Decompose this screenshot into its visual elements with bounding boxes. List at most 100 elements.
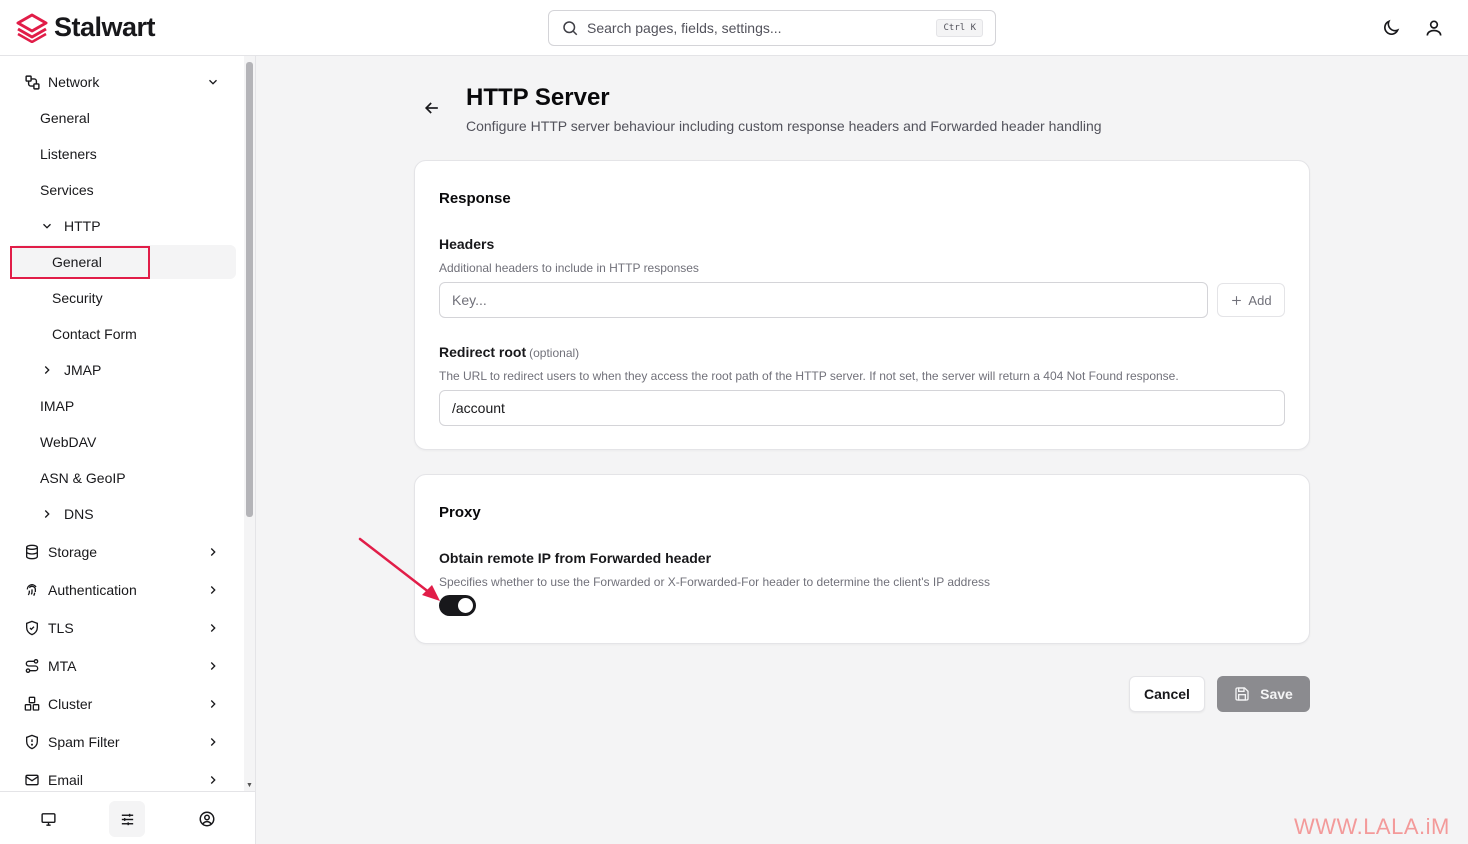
logo[interactable]: Stalwart — [16, 12, 156, 43]
sidebar-item-jmap[interactable]: JMAP — [12, 353, 236, 387]
cancel-button[interactable]: Cancel — [1129, 676, 1205, 712]
sidebar-item-asn-geoip[interactable]: ASN & GeoIP — [12, 461, 236, 495]
moon-icon[interactable] — [1381, 18, 1401, 38]
sidebar-scrollbar[interactable]: ▼ — [244, 56, 255, 791]
forwarded-help: Specifies whether to use the Forwarded o… — [439, 575, 991, 589]
sidebar-item-authentication[interactable]: Authentication — [12, 573, 236, 607]
sidebar-item-general[interactable]: General — [12, 101, 236, 135]
monitor-button[interactable] — [30, 801, 66, 837]
fingerprint-icon — [23, 581, 41, 599]
search-input[interactable]: Search pages, fields, settings... — [587, 20, 936, 36]
chevron-right-icon — [44, 510, 50, 518]
user-icon[interactable] — [1424, 18, 1444, 38]
optional-tag: (optional) — [529, 346, 580, 360]
database-icon — [23, 543, 41, 561]
sidebar-item-label: Spam Filter — [48, 734, 120, 750]
card-title: Response — [439, 190, 511, 207]
headers-help: Additional headers to include in HTTP re… — [439, 261, 699, 275]
add-header-button[interactable]: Add — [1217, 283, 1285, 317]
card-title: Proxy — [439, 504, 481, 521]
sidebar-item-label: Services — [40, 182, 94, 198]
redirect-root-input[interactable] — [439, 390, 1285, 426]
search-box[interactable]: Search pages, fields, settings... Ctrl K — [548, 10, 996, 46]
sidebar-item-label: Storage — [48, 544, 98, 560]
sidebar-item-storage[interactable]: Storage — [12, 535, 236, 569]
sidebar-item-label: ASN & GeoIP — [40, 470, 126, 486]
scroll-down-arrow-icon[interactable]: ▼ — [246, 782, 253, 789]
app-name: Stalwart — [54, 12, 156, 42]
save-button[interactable]: Save — [1217, 676, 1310, 712]
annotation-arrow-icon — [358, 537, 440, 601]
sidebar-nav: Network General Listeners Services HTTP … — [0, 56, 244, 791]
sliders-icon — [121, 813, 133, 825]
chevron-right-icon — [210, 586, 216, 594]
sidebar-item-label: DNS — [64, 506, 94, 522]
add-label: Add — [1248, 292, 1272, 308]
sidebar-item-listeners[interactable]: Listeners — [12, 137, 236, 171]
sidebar-item-label: MTA — [48, 658, 77, 674]
sidebar-item-http-contact-form[interactable]: Contact Form — [12, 317, 236, 351]
sidebar-item-tls[interactable]: TLS — [12, 611, 236, 645]
redirect-root-label: Redirect root (optional) — [439, 344, 579, 360]
scrollbar-thumb[interactable] — [246, 62, 253, 517]
network-icon — [23, 73, 41, 91]
sidebar-item-label: JMAP — [64, 362, 102, 378]
chevron-right-icon — [210, 548, 216, 556]
chevron-right-icon — [210, 776, 216, 784]
sidebar-item-label: Contact Form — [52, 326, 137, 342]
stalwart-logo-icon — [16, 13, 48, 43]
chevron-right-icon — [210, 700, 216, 708]
sidebar-item-email[interactable]: Email — [12, 763, 236, 791]
chevron-down-icon — [209, 79, 217, 85]
sidebar-item-http[interactable]: HTTP — [12, 209, 236, 243]
sidebar: Network General Listeners Services HTTP … — [0, 56, 256, 844]
shield-alert-icon — [23, 733, 41, 751]
top-bar: Stalwart Search pages, fields, settings.… — [0, 0, 1468, 56]
proxy-card: Proxy Obtain remote IP from Forwarded he… — [414, 474, 1310, 644]
sidebar-item-cluster[interactable]: Cluster — [12, 687, 236, 721]
boxes-icon — [23, 695, 41, 713]
sidebar-item-webdav[interactable]: WebDAV — [12, 425, 236, 459]
shortcut-badge: Ctrl K — [936, 19, 983, 37]
sidebar-item-label: Security — [52, 290, 103, 306]
sidebar-item-spam-filter[interactable]: Spam Filter — [12, 725, 236, 759]
mail-icon — [23, 771, 41, 789]
sidebar-item-label: HTTP — [64, 218, 101, 234]
sidebar-item-services[interactable]: Services — [12, 173, 236, 207]
forwarded-label: Obtain remote IP from Forwarded header — [439, 550, 712, 566]
response-card: Response Headers Additional headers to i… — [414, 160, 1310, 450]
settings-button[interactable] — [109, 801, 145, 837]
save-label: Save — [1260, 686, 1293, 702]
sidebar-item-label: Network — [48, 74, 100, 90]
sidebar-item-mta[interactable]: MTA — [12, 649, 236, 683]
sidebar-footer — [0, 791, 255, 844]
annotation-highlight-box — [10, 246, 150, 279]
sidebar-item-label: Listeners — [40, 146, 97, 162]
account-circle-icon — [199, 811, 215, 827]
back-arrow-icon[interactable] — [422, 98, 442, 118]
sidebar-item-label: Email — [48, 772, 84, 788]
redirect-help: The URL to redirect users to when they a… — [439, 369, 1179, 383]
sidebar-item-imap[interactable]: IMAP — [12, 389, 236, 423]
account-button[interactable] — [189, 801, 225, 837]
plus-icon — [1232, 295, 1242, 305]
redirect-label-text: Redirect root — [439, 344, 527, 360]
monitor-icon — [40, 812, 56, 826]
chevron-right-icon — [44, 366, 50, 374]
sidebar-item-label: Authentication — [48, 582, 137, 598]
headers-label: Headers — [439, 236, 495, 252]
header-key-input[interactable] — [439, 282, 1208, 318]
route-icon — [23, 657, 41, 675]
shield-check-icon — [23, 619, 41, 637]
sidebar-item-dns[interactable]: DNS — [12, 497, 236, 531]
sidebar-item-label: Cluster — [48, 696, 93, 712]
sidebar-item-label: IMAP — [40, 398, 75, 414]
toggle-knob — [458, 598, 473, 613]
sidebar-item-label: General — [40, 110, 90, 126]
sidebar-item-label: TLS — [48, 620, 74, 636]
sidebar-item-http-security[interactable]: Security — [12, 281, 236, 315]
chevron-right-icon — [210, 662, 216, 670]
watermark: WWW.LALA.iM — [1294, 814, 1450, 839]
search-icon — [563, 21, 578, 36]
sidebar-item-network[interactable]: Network — [12, 65, 236, 99]
